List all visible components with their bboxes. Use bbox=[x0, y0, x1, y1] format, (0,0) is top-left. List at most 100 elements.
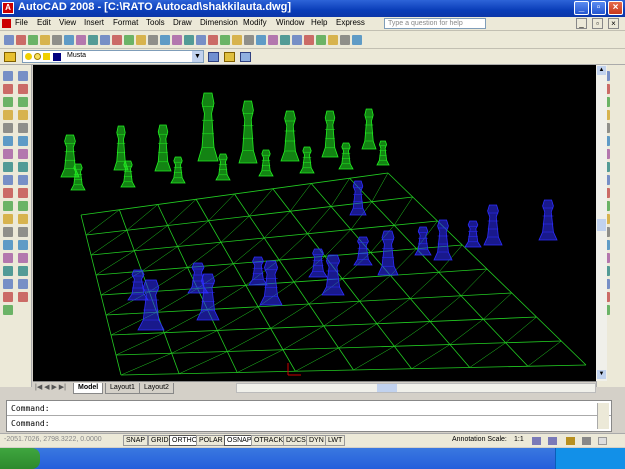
draw-tool-b-4-icon[interactable] bbox=[18, 110, 28, 120]
dyn-toggle[interactable]: DYN bbox=[306, 435, 327, 446]
help-search-input[interactable]: Type a question for help bbox=[384, 18, 486, 29]
standard-tool-15-icon[interactable] bbox=[172, 35, 182, 45]
draw-tool-4-icon[interactable] bbox=[3, 110, 13, 120]
standard-tool-18-icon[interactable] bbox=[208, 35, 218, 45]
standard-tool-4-icon[interactable] bbox=[40, 35, 50, 45]
draw-tool-18-icon[interactable] bbox=[3, 292, 13, 302]
standard-tool-11-icon[interactable] bbox=[124, 35, 134, 45]
standard-tool-13-icon[interactable] bbox=[148, 35, 158, 45]
standard-tool-21-icon[interactable] bbox=[244, 35, 254, 45]
menu-edit[interactable]: Edit bbox=[37, 18, 51, 27]
vertical-scroll-thumb[interactable] bbox=[597, 219, 606, 231]
doc-minimize-button[interactable]: _ bbox=[576, 18, 587, 29]
standard-tool-30-icon[interactable] bbox=[352, 35, 362, 45]
tab-nav-icons[interactable]: |◀ ◀ ▶ ▶| bbox=[35, 383, 66, 391]
standard-tool-28-icon[interactable] bbox=[328, 35, 338, 45]
standard-tool-19-icon[interactable] bbox=[220, 35, 230, 45]
lock-toolbar-icon[interactable] bbox=[566, 437, 575, 445]
menu-modify[interactable]: Modify bbox=[243, 18, 267, 27]
standard-tool-1-icon[interactable] bbox=[4, 35, 14, 45]
draw-tool-12-icon[interactable] bbox=[3, 214, 13, 224]
standard-tool-23-icon[interactable] bbox=[268, 35, 278, 45]
osnap-toggle[interactable]: OSNAP bbox=[224, 435, 255, 446]
draw-tool-b-2-icon[interactable] bbox=[18, 84, 28, 94]
maximize-button[interactable]: ▫ bbox=[591, 1, 606, 15]
lwt-toggle[interactable]: LWT bbox=[325, 435, 346, 446]
standard-tool-17-icon[interactable] bbox=[196, 35, 206, 45]
draw-tool-7-icon[interactable] bbox=[3, 149, 13, 159]
draw-tool-b-1-icon[interactable] bbox=[18, 71, 28, 81]
standard-tool-7-icon[interactable] bbox=[76, 35, 86, 45]
standard-tool-25-icon[interactable] bbox=[292, 35, 302, 45]
standard-tool-5-icon[interactable] bbox=[52, 35, 62, 45]
standard-tool-24-icon[interactable] bbox=[280, 35, 290, 45]
minimize-button[interactable]: _ bbox=[574, 1, 589, 15]
draw-tool-b-7-icon[interactable] bbox=[18, 149, 28, 159]
standard-tool-20-icon[interactable] bbox=[232, 35, 242, 45]
standard-tool-12-icon[interactable] bbox=[136, 35, 146, 45]
draw-tool-b-17-icon[interactable] bbox=[18, 279, 28, 289]
standard-tool-10-icon[interactable] bbox=[112, 35, 122, 45]
polar-toggle[interactable]: POLAR bbox=[196, 435, 226, 446]
doc-close-button[interactable]: × bbox=[608, 18, 619, 29]
tab-layout1[interactable]: Layout1 bbox=[105, 383, 140, 394]
draw-tool-b-15-icon[interactable] bbox=[18, 253, 28, 263]
draw-tool-b-12-icon[interactable] bbox=[18, 214, 28, 224]
menu-window[interactable]: Window bbox=[276, 18, 304, 27]
standard-tool-9-icon[interactable] bbox=[100, 35, 110, 45]
annotation-scale-value[interactable]: 1:1 bbox=[514, 436, 524, 443]
scroll-up-icon[interactable]: ▲ bbox=[597, 66, 606, 75]
draw-tool-8-icon[interactable] bbox=[3, 162, 13, 172]
draw-tool-b-6-icon[interactable] bbox=[18, 136, 28, 146]
draw-tool-13-icon[interactable] bbox=[3, 227, 13, 237]
standard-tool-6-icon[interactable] bbox=[64, 35, 74, 45]
close-button[interactable]: × bbox=[608, 1, 623, 15]
draw-tool-b-16-icon[interactable] bbox=[18, 266, 28, 276]
menu-express[interactable]: Express bbox=[336, 18, 365, 27]
layer-manager-icon[interactable] bbox=[4, 52, 16, 62]
scroll-down-icon[interactable]: ▼ bbox=[597, 370, 606, 379]
vertical-scrollbar[interactable]: ▲ ▼ bbox=[596, 65, 607, 381]
menu-view[interactable]: View bbox=[59, 18, 76, 27]
standard-tool-2-icon[interactable] bbox=[16, 35, 26, 45]
status-menu-icon[interactable] bbox=[582, 437, 591, 445]
menu-insert[interactable]: Insert bbox=[84, 18, 104, 27]
menu-format[interactable]: Format bbox=[113, 18, 138, 27]
standard-tool-3-icon[interactable] bbox=[28, 35, 38, 45]
command-input[interactable]: Command: bbox=[11, 419, 50, 428]
make-current-layer-icon[interactable] bbox=[208, 52, 219, 62]
standard-tool-26-icon[interactable] bbox=[304, 35, 314, 45]
draw-tool-16-icon[interactable] bbox=[3, 266, 13, 276]
draw-tool-19-icon[interactable] bbox=[3, 305, 13, 315]
command-scrollbar[interactable] bbox=[597, 403, 609, 429]
start-button[interactable] bbox=[0, 448, 40, 469]
layer-previous-icon[interactable] bbox=[224, 52, 235, 62]
menu-dimension[interactable]: Dimension bbox=[200, 18, 238, 27]
tab-model[interactable]: Model bbox=[73, 383, 104, 394]
draw-tool-6-icon[interactable] bbox=[3, 136, 13, 146]
menu-draw[interactable]: Draw bbox=[173, 18, 192, 27]
layer-states-icon[interactable] bbox=[240, 52, 251, 62]
draw-tool-15-icon[interactable] bbox=[3, 253, 13, 263]
snap-toggle[interactable]: SNAP bbox=[123, 435, 149, 446]
standard-tool-8-icon[interactable] bbox=[88, 35, 98, 45]
standard-tool-22-icon[interactable] bbox=[256, 35, 266, 45]
otrack-toggle[interactable]: OTRACK bbox=[251, 435, 287, 446]
draw-tool-11-icon[interactable] bbox=[3, 201, 13, 211]
draw-tool-b-8-icon[interactable] bbox=[18, 162, 28, 172]
draw-tool-b-14-icon[interactable] bbox=[18, 240, 28, 250]
draw-tool-10-icon[interactable] bbox=[3, 188, 13, 198]
menu-help[interactable]: Help bbox=[311, 18, 327, 27]
draw-tool-b-13-icon[interactable] bbox=[18, 227, 28, 237]
drawing-viewport[interactable] bbox=[33, 65, 596, 381]
clean-screen-icon[interactable] bbox=[598, 437, 607, 445]
draw-tool-b-18-icon[interactable] bbox=[18, 292, 28, 302]
draw-tool-3-icon[interactable] bbox=[3, 97, 13, 107]
standard-tool-29-icon[interactable] bbox=[340, 35, 350, 45]
document-icon[interactable] bbox=[2, 19, 11, 28]
draw-tool-17-icon[interactable] bbox=[3, 279, 13, 289]
standard-tool-27-icon[interactable] bbox=[316, 35, 326, 45]
standard-tool-16-icon[interactable] bbox=[184, 35, 194, 45]
draw-tool-b-5-icon[interactable] bbox=[18, 123, 28, 133]
draw-tool-14-icon[interactable] bbox=[3, 240, 13, 250]
